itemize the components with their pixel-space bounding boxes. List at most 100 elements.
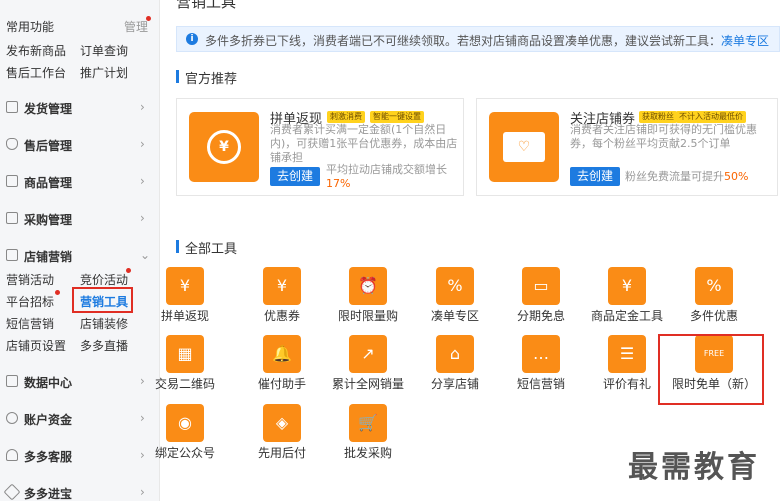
wechat-icon: ◉	[166, 404, 204, 442]
tool-label: 绑定公众号	[154, 446, 215, 460]
tool-item[interactable]: … 短信营销	[496, 335, 586, 405]
sidebar-group-marketing[interactable]: 店铺营销 ⌄	[0, 246, 160, 268]
tool-item[interactable]: % 凑单专区	[410, 267, 500, 337]
icon-glyph: ⏰	[358, 276, 378, 295]
group-label: 采购管理	[24, 213, 73, 227]
sidebar-group-purchase[interactable]: 采购管理 ›	[0, 209, 160, 231]
icon-glyph: 🔔	[272, 344, 292, 363]
sidebar-group-aftersale[interactable]: 售后管理 ›	[0, 135, 160, 157]
tool-item[interactable]: ◉ 绑定公众号	[140, 404, 230, 474]
review-icon: ☰	[608, 335, 646, 373]
chevron-down-icon: ⌄	[140, 248, 151, 262]
quick-link-orders[interactable]: 订单查询	[80, 42, 128, 59]
quick-link-promo[interactable]: 推广计划	[80, 64, 128, 81]
icon-glyph: %	[706, 276, 722, 295]
recommend-card-cashback[interactable]: ¥ 拼单返现 刺激消费 智能一键设置 消费者累计买满一定金额(1个自然日内)，可…	[176, 98, 464, 196]
sidebar-item-tender[interactable]: 平台招标	[6, 293, 54, 310]
tool-item[interactable]: 🛒 批发采购	[323, 404, 413, 474]
chevron-right-icon: ›	[140, 137, 145, 151]
section-label: 全部工具	[185, 242, 238, 257]
tool-label: 商品定金工具	[590, 309, 663, 323]
sidebar-group-product[interactable]: 商品管理 ›	[0, 172, 160, 194]
share-shop-icon: ⌂	[436, 335, 474, 373]
icon-glyph: %	[447, 276, 463, 295]
sidebar-item-sms[interactable]: 短信营销	[6, 315, 54, 332]
notification-dot	[55, 290, 60, 295]
sidebar-item-shop-page[interactable]: 店铺页设置	[6, 337, 66, 354]
sidebar-item-bidding[interactable]: 竞价活动	[80, 271, 128, 288]
sidebar-group-data[interactable]: 数据中心 ›	[0, 372, 160, 394]
tag-badge: 获取粉丝	[639, 111, 677, 123]
tool-item[interactable]: ↗ 累计全网销量	[323, 335, 413, 405]
trend-chart-icon: ↗	[349, 335, 387, 373]
shop-icon	[6, 249, 18, 261]
tag-badge: 刺激消费	[327, 111, 365, 123]
sidebar-item-decoration[interactable]: 店铺装修	[80, 315, 128, 332]
icon-glyph: ▦	[177, 344, 193, 363]
tool-label: 限时限量购	[337, 309, 398, 323]
tool-label: 分期免息	[516, 309, 565, 323]
recommend-card-follow-coupon[interactable]: ♡ 关注店铺券 获取粉丝 不计入活动最低价 消费者关注店铺即可获得的无门槛优惠券…	[476, 98, 778, 196]
group-label: 售后管理	[24, 139, 73, 153]
stat-text: 平均拉动店铺成交额增长	[326, 163, 447, 176]
stat-text: 粉丝免费流量可提升	[625, 170, 724, 183]
highlight-box	[658, 334, 764, 405]
tool-item[interactable]: ▦ 交易二维码	[140, 335, 230, 405]
create-button[interactable]: 去创建	[570, 167, 621, 186]
group-label: 数据中心	[24, 376, 73, 390]
group-label: 发货管理	[24, 102, 73, 116]
icon-glyph: 🛒	[358, 413, 378, 432]
sidebar-group-funds[interactable]: 账户资金 ›	[0, 409, 160, 431]
card-stat: 平均拉动店铺成交额增长17%	[326, 163, 458, 191]
sidebar-group-delivery[interactable]: 发货管理 ›	[0, 98, 160, 120]
tool-item[interactable]: ¥ 优惠券	[237, 267, 327, 337]
tool-label: 优惠券	[263, 309, 300, 323]
shield-icon	[6, 138, 18, 150]
sidebar: 常用功能 管理 发布新商品 订单查询 售后工作台 推广计划 发货管理 › 售后管…	[0, 0, 160, 501]
group-label: 多多客服	[24, 450, 73, 464]
qrcode-icon: ▦	[166, 335, 204, 373]
card-description: 消费者关注店铺即可获得的无门槛优惠券，每个粉丝平均贡献2.5个订单	[570, 123, 757, 150]
sidebar-item-activities[interactable]: 营销活动	[6, 271, 54, 288]
chevron-right-icon: ›	[140, 211, 145, 225]
chart-icon	[6, 375, 18, 387]
manage-link[interactable]: 管理	[124, 18, 148, 35]
card-stat: 粉丝免费流量可提升50%	[625, 170, 780, 184]
tool-label: 短信营销	[516, 377, 565, 391]
tool-label: 批发采购	[343, 446, 392, 460]
tool-item[interactable]: ¥ 商品定金工具	[582, 267, 672, 337]
sidebar-group-jinbao[interactable]: 多多进宝 ›	[0, 483, 160, 501]
card-description: 消费者累计买满一定金额(1个自然日内)，可获赠1张平台优惠券，成本由店铺承担	[270, 123, 458, 164]
tool-item[interactable]: ▭ 分期免息	[496, 267, 586, 337]
coupon-icon: ¥	[263, 267, 301, 305]
tool-item[interactable]: % 多件优惠	[669, 267, 759, 337]
wallet-icon	[6, 412, 18, 424]
tool-item[interactable]: ¥ 拼单返现	[140, 267, 230, 337]
yuan-coin-icon: ¥	[189, 112, 259, 182]
tool-label: 累计全网销量	[331, 377, 404, 391]
icon-glyph: …	[533, 344, 549, 363]
tool-item[interactable]: ⏰ 限时限量购	[323, 267, 413, 337]
section-title-all-tools: 全部工具	[176, 238, 237, 257]
section-label: 官方推荐	[185, 72, 238, 87]
highlight-box	[72, 287, 133, 313]
icon-glyph: ¥	[276, 276, 288, 295]
tool-item[interactable]: 🔔 催付助手	[237, 335, 327, 405]
headset-icon	[6, 449, 18, 461]
info-icon: i	[186, 33, 198, 45]
notice-text: 多件多折券已下线，消费者端已不可继续领取。若想对店铺商品设置凑单优惠，建议尝试新…	[205, 32, 769, 49]
tool-item[interactable]: ◈ 先用后付	[237, 404, 327, 474]
tool-label: 催付助手	[257, 377, 306, 391]
notice-link[interactable]: 凑单专区	[721, 34, 769, 48]
card-icon: ▭	[522, 267, 560, 305]
deposit-icon: ¥	[608, 267, 646, 305]
sidebar-group-service[interactable]: 多多客服 ›	[0, 446, 160, 468]
chevron-right-icon: ›	[140, 485, 145, 499]
product-icon	[6, 175, 18, 187]
quick-link-publish[interactable]: 发布新商品	[6, 42, 66, 59]
tool-item[interactable]: ⌂ 分享店铺	[410, 335, 500, 405]
quick-link-aftersale[interactable]: 售后工作台	[6, 64, 66, 81]
discount-envelope-icon: %	[436, 267, 474, 305]
sidebar-item-live[interactable]: 多多直播	[80, 337, 128, 354]
create-button[interactable]: 去创建	[270, 167, 321, 186]
